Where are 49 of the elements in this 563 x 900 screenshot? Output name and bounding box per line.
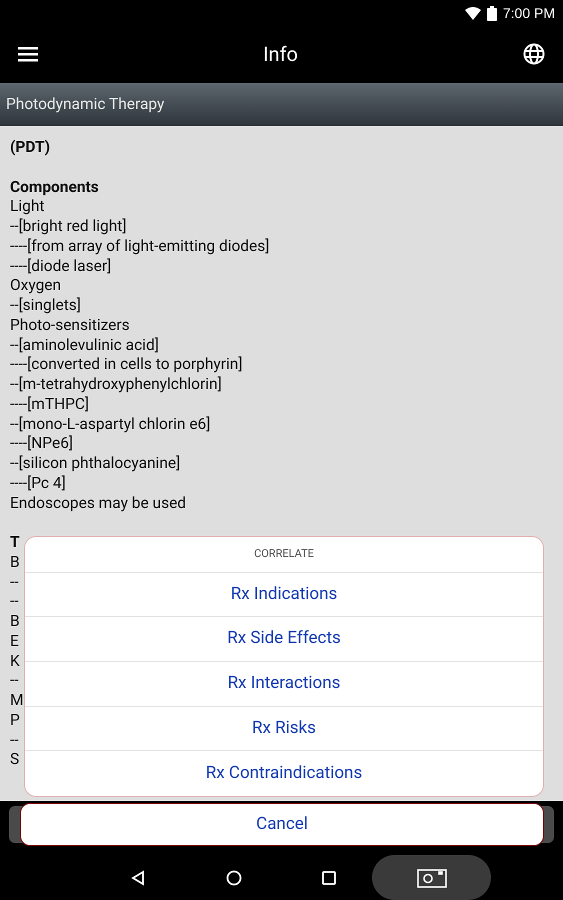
content-line: ----[mTHPC] [10,394,90,414]
content-line: Light [10,197,44,217]
content-line: M [10,691,24,711]
content-line: -- [10,592,19,612]
content-line: B [10,612,20,632]
camera-icon [416,866,446,888]
content-line: --[mono-L-aspartyl chlorin e6] [10,414,210,434]
content-line: -- [10,730,19,750]
content-line: ----[Pc 4] [10,474,66,494]
content-line: --[singlets] [10,296,81,316]
menu-icon[interactable] [18,46,38,62]
content-line: P [10,710,20,730]
section-header: Photodynamic Therapy [0,83,563,126]
option-button[interactable]: Rx Risks [25,706,543,752]
content-line: -- [10,671,19,691]
content-line: B [10,552,20,572]
wifi-icon [464,6,481,20]
content-line: --[bright red light] [10,217,126,237]
content-line: --[silicon phthalocyanine] [10,454,180,474]
content-line: ----[NPe6] [10,434,74,454]
content-line: --[aminolevulinic acid] [10,336,159,356]
cancel-button[interactable]: Cancel [20,803,544,846]
option-button[interactable]: Rx Contraindications [25,751,543,796]
battery-icon [486,6,497,20]
option-button[interactable]: Rx Interactions [25,662,543,707]
content-line: Oxygen [10,276,62,296]
section-heading: (PDT) [10,138,50,158]
screenshot-button[interactable] [372,855,491,900]
section-heading: Components [10,178,99,198]
content-line: ----[from array of light-emitting diodes] [10,236,270,256]
content-line: --[m-tetrahydroxyphenylchlorin] [10,375,222,395]
recents-icon[interactable] [322,870,336,884]
content-line: K [10,652,20,672]
content-line: E [10,632,19,652]
content-line: S [10,750,20,770]
content-line: -- [10,572,19,592]
dialog-title: CORRELATE [25,537,543,573]
content-line: ----[diode laser] [10,256,112,276]
home-icon[interactable] [226,870,242,886]
status-time: 7:00 PM [502,4,555,22]
section-heading: T [10,533,20,553]
content-line: Photo-sensitizers [10,316,130,336]
content-line: ----[converted in cells to porphyrin] [10,355,242,375]
content-line: Endoscopes may be used [10,494,186,514]
option-button[interactable]: Rx Indications [25,572,543,618]
back-icon[interactable] [131,870,145,886]
app-title: Info [263,41,298,68]
option-button[interactable]: Rx Side Effects [25,617,543,662]
globe-icon[interactable] [523,43,545,65]
